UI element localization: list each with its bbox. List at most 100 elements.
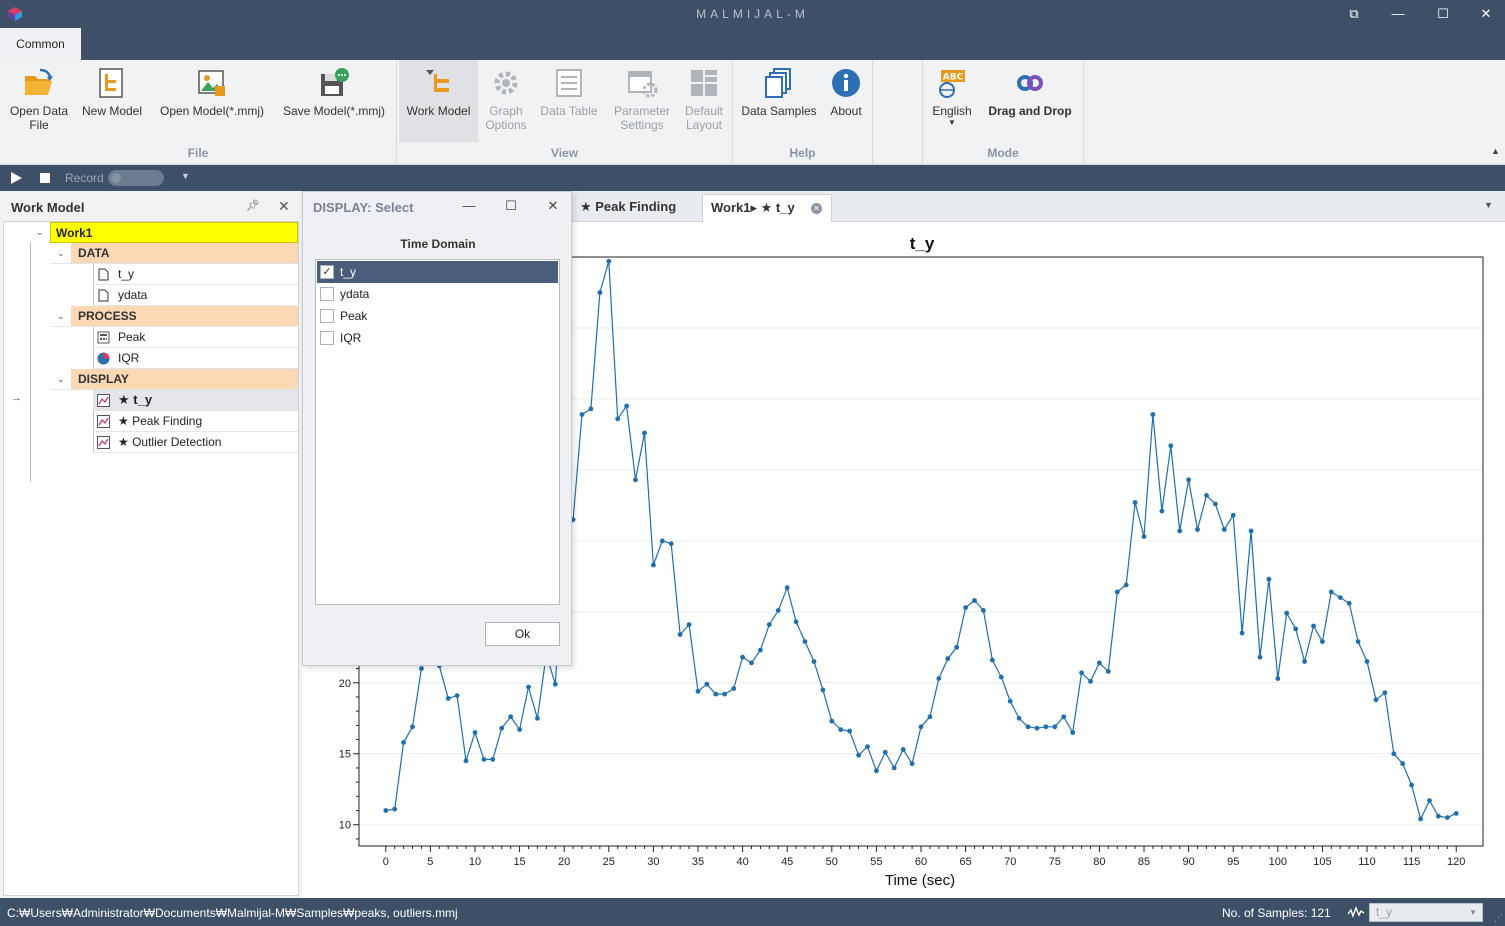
stop-icon[interactable] — [40, 173, 50, 183]
minimize-button[interactable]: — — [1388, 4, 1408, 24]
data-point — [927, 714, 933, 720]
tree-line — [30, 242, 31, 482]
x-tick-label: 95 — [1227, 856, 1239, 868]
drag-drop-icon — [1017, 75, 1043, 91]
y-tick-label: 20 — [339, 678, 351, 690]
data-point — [579, 412, 585, 417]
x-tick-label: 55 — [870, 856, 882, 868]
record-dropdown-icon[interactable]: ▼ — [181, 171, 190, 181]
list-item-ydata[interactable]: ydata — [317, 283, 558, 305]
data-point — [1177, 528, 1183, 534]
dialog-maximize-button[interactable]: ☐ — [504, 198, 518, 214]
list-item-t-y[interactable]: ✓ t_y — [317, 261, 558, 283]
x-tick-label: 40 — [736, 856, 748, 868]
tab-peak-finding[interactable]: ★ Peak Finding — [572, 194, 700, 222]
svg-text:ABC: ABC — [943, 73, 964, 83]
restore-layout-button[interactable]: ⧉ — [1344, 4, 1364, 24]
x-tick-label: 20 — [558, 856, 570, 868]
tree-item-ydata[interactable]: ydata — [93, 285, 298, 306]
graph-options-button[interactable]: Graph Options — [480, 60, 532, 142]
checkbox[interactable] — [320, 309, 334, 323]
data-point — [918, 724, 924, 730]
tree-section-display[interactable]: ⌄ DISPLAY — [51, 369, 298, 390]
dialog-minimize-button[interactable]: — — [462, 198, 476, 213]
tab-common[interactable]: Common — [0, 28, 81, 60]
tree-section-data[interactable]: ⌄ DATA — [51, 243, 298, 264]
language-button[interactable]: ABC English ▼ — [927, 60, 977, 142]
data-point — [1105, 669, 1111, 674]
panel-close-icon[interactable]: ✕ — [278, 198, 290, 215]
data-point — [802, 639, 808, 644]
x-tick-label: 45 — [781, 856, 793, 868]
chevron-down-icon[interactable]: ⌄ — [57, 243, 69, 263]
maximize-button[interactable]: ☐ — [1433, 4, 1453, 24]
new-model-button[interactable]: New Model — [76, 60, 148, 142]
play-icon[interactable] — [9, 171, 23, 185]
tree-item-iqr[interactable]: IQR — [93, 348, 298, 369]
data-point — [1400, 761, 1406, 767]
checkbox-checked[interactable]: ✓ — [320, 265, 334, 279]
tree-item-peak[interactable]: Peak — [93, 327, 298, 348]
line-chart-icon — [97, 415, 110, 428]
display-select-list: ✓ t_y ydata Peak IQR — [315, 259, 560, 605]
data-point — [445, 696, 451, 701]
tree-item-outlier-detection[interactable]: ★ Outlier Detection — [93, 432, 298, 453]
data-point — [642, 430, 647, 436]
record-toolbar: Record ▼ — [0, 165, 1505, 191]
tree-item-display-t-y[interactable]: ★ t_y — [93, 390, 298, 411]
chevron-down-icon[interactable]: ⌄ — [36, 222, 48, 242]
pin-icon[interactable]: 📌︎ — [246, 199, 260, 212]
default-layout-button[interactable]: Default Layout — [680, 60, 728, 142]
list-item-iqr[interactable]: IQR — [317, 327, 558, 349]
tree-section-process[interactable]: ⌄ PROCESS — [51, 306, 298, 327]
ribbon-collapse-icon[interactable]: ▲ — [1491, 146, 1501, 156]
tree-root-label: Work1 — [50, 222, 298, 243]
data-point — [1391, 751, 1397, 757]
parameter-settings-button[interactable]: Parameter Settings — [606, 60, 678, 142]
line-chart-icon — [97, 394, 110, 407]
tree-item-peak-finding[interactable]: ★ Peak Finding — [93, 411, 298, 432]
group-label-file: File — [187, 146, 209, 160]
data-point — [499, 725, 505, 731]
waveform-icon — [1347, 906, 1365, 919]
save-model-button[interactable]: Save Model(*.mmj) — [276, 60, 392, 142]
x-tick-label: 50 — [826, 856, 838, 868]
data-point — [945, 656, 951, 662]
chevron-down-icon[interactable]: ⌄ — [57, 369, 69, 389]
data-samples-button[interactable]: Data Samples — [737, 60, 821, 142]
data-point — [1034, 725, 1040, 731]
ribbon-group-view: Work Model Graph Options Data Table Para… — [397, 60, 733, 165]
about-button[interactable]: About — [823, 60, 869, 142]
open-data-file-button[interactable]: Open Data File — [4, 60, 74, 142]
list-item-peak[interactable]: Peak — [317, 305, 558, 327]
tree-root-row[interactable]: ⌄ Work1 — [30, 222, 298, 243]
data-point — [651, 562, 656, 568]
tab-close-icon[interactable]: ✕ — [811, 203, 822, 214]
work-model-button[interactable]: Work Model — [399, 60, 478, 142]
data-point — [526, 684, 531, 690]
resize-grip-icon[interactable]: ⋰ — [1494, 913, 1503, 924]
data-table-button[interactable]: Data Table — [536, 60, 602, 142]
tab-t-y[interactable]: Work1▸ ★ t_y ✕ — [702, 194, 832, 222]
x-tick-label: 115 — [1403, 856, 1421, 868]
ribbon-group-file: Open Data File New Model Open Model(*.mm… — [0, 60, 397, 165]
data-point — [758, 647, 763, 653]
open-model-button[interactable]: Open Model(*.mmj) — [152, 60, 272, 142]
tabs-dropdown-icon[interactable]: ▼ — [1484, 200, 1493, 210]
record-toggle[interactable] — [108, 170, 164, 186]
data-point — [1195, 527, 1200, 532]
x-tick-label: 10 — [469, 856, 481, 868]
chevron-down-icon[interactable]: ⌄ — [57, 306, 69, 326]
checkbox[interactable] — [320, 331, 334, 345]
tree-item-t-y[interactable]: t_y — [93, 264, 298, 285]
drag-and-drop-button[interactable]: Drag and Drop — [981, 60, 1079, 142]
data-point — [1043, 724, 1049, 730]
open-model-icon — [198, 70, 225, 96]
ok-button[interactable]: Ok — [485, 622, 560, 646]
display-selector[interactable]: t_y ▼ — [1369, 903, 1483, 922]
close-button[interactable]: ✕ — [1476, 4, 1496, 24]
checkbox[interactable] — [320, 287, 334, 301]
x-tick-label: 90 — [1182, 856, 1194, 868]
window-title: MALMIJAL-M — [696, 7, 809, 21]
dialog-close-button[interactable]: ✕ — [546, 198, 560, 214]
